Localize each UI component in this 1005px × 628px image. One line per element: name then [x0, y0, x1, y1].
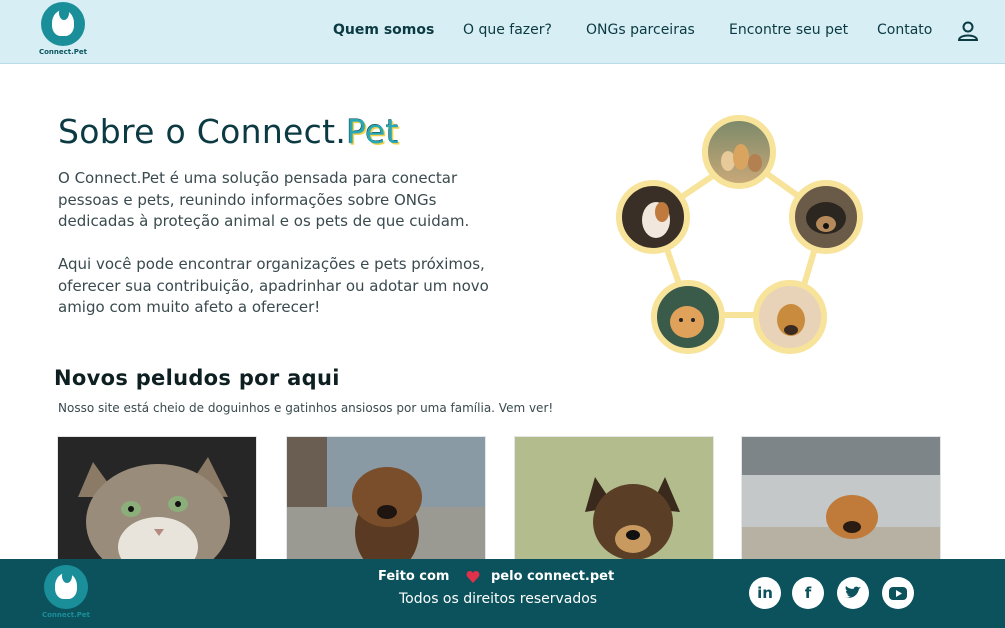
footer-made-by: pelo connect.pet: [491, 569, 615, 584]
section-subtitle: Nosso site está cheio de doguinhos e gat…: [58, 401, 554, 415]
pet-photo-dog-white: [616, 180, 690, 254]
pet-photo-dog-tan: [753, 280, 827, 354]
nav-quem-somos[interactable]: Quem somos: [333, 22, 434, 38]
youtube-icon[interactable]: [882, 577, 914, 609]
pet-photo-dogs-group: [702, 115, 776, 189]
site-header: Connect.Pet Quem somos O que fazer? ONGs…: [0, 0, 1005, 64]
pet-photo-dog-puppy: [789, 180, 863, 254]
pet-card-dog-brown[interactable]: [286, 436, 486, 568]
footer-made-with: Feito com: [378, 569, 450, 584]
logo-mark: [41, 2, 85, 46]
footer-logo-text: Connect.Pet: [41, 611, 91, 619]
pet-photo-dog-under-car: [742, 437, 940, 567]
footer-logo[interactable]: Connect.Pet: [36, 565, 96, 619]
pet-photo-dog-shepherd: [515, 437, 713, 567]
pets-pentagon: [610, 112, 870, 357]
logo-text: Connect.Pet: [38, 48, 88, 56]
pet-card-cat[interactable]: [57, 436, 257, 568]
hero-paragraph-2: Aqui você pode encontrar organizações e …: [58, 255, 489, 316]
heart-icon: [466, 571, 480, 583]
facebook-icon[interactable]: f: [792, 577, 824, 609]
footer-rights: Todos os direitos reservados: [399, 591, 598, 607]
page-title: Sobre o Connect.Pet: [58, 112, 400, 151]
nav-o-que-fazer[interactable]: O que fazer?: [463, 22, 552, 38]
twitter-icon[interactable]: [837, 577, 869, 609]
footer-logo-mark: [44, 565, 88, 609]
brand-logo[interactable]: Connect.Pet: [33, 2, 93, 56]
linkedin-icon[interactable]: in: [749, 577, 781, 609]
user-icon[interactable]: [957, 20, 979, 42]
site-footer: Connect.Pet Feito com pelo connect.pet T…: [0, 559, 1005, 628]
hero-paragraph-1: O Connect.Pet é uma solução pensada para…: [58, 169, 470, 230]
pet-photo-dog-brown: [287, 437, 485, 567]
nav-ongs-parceiras[interactable]: ONGs parceiras: [586, 22, 695, 38]
section-title: Novos peludos por aqui: [54, 366, 340, 390]
pet-card-dog-shepherd[interactable]: [514, 436, 714, 568]
pet-photo-cat-orange: [651, 280, 725, 354]
nav-encontre-seu-pet[interactable]: Encontre seu pet: [729, 22, 848, 38]
pet-card-dog-under-car[interactable]: [741, 436, 941, 568]
nav-contato[interactable]: Contato: [877, 22, 932, 38]
pet-photo-cat: [58, 437, 256, 567]
